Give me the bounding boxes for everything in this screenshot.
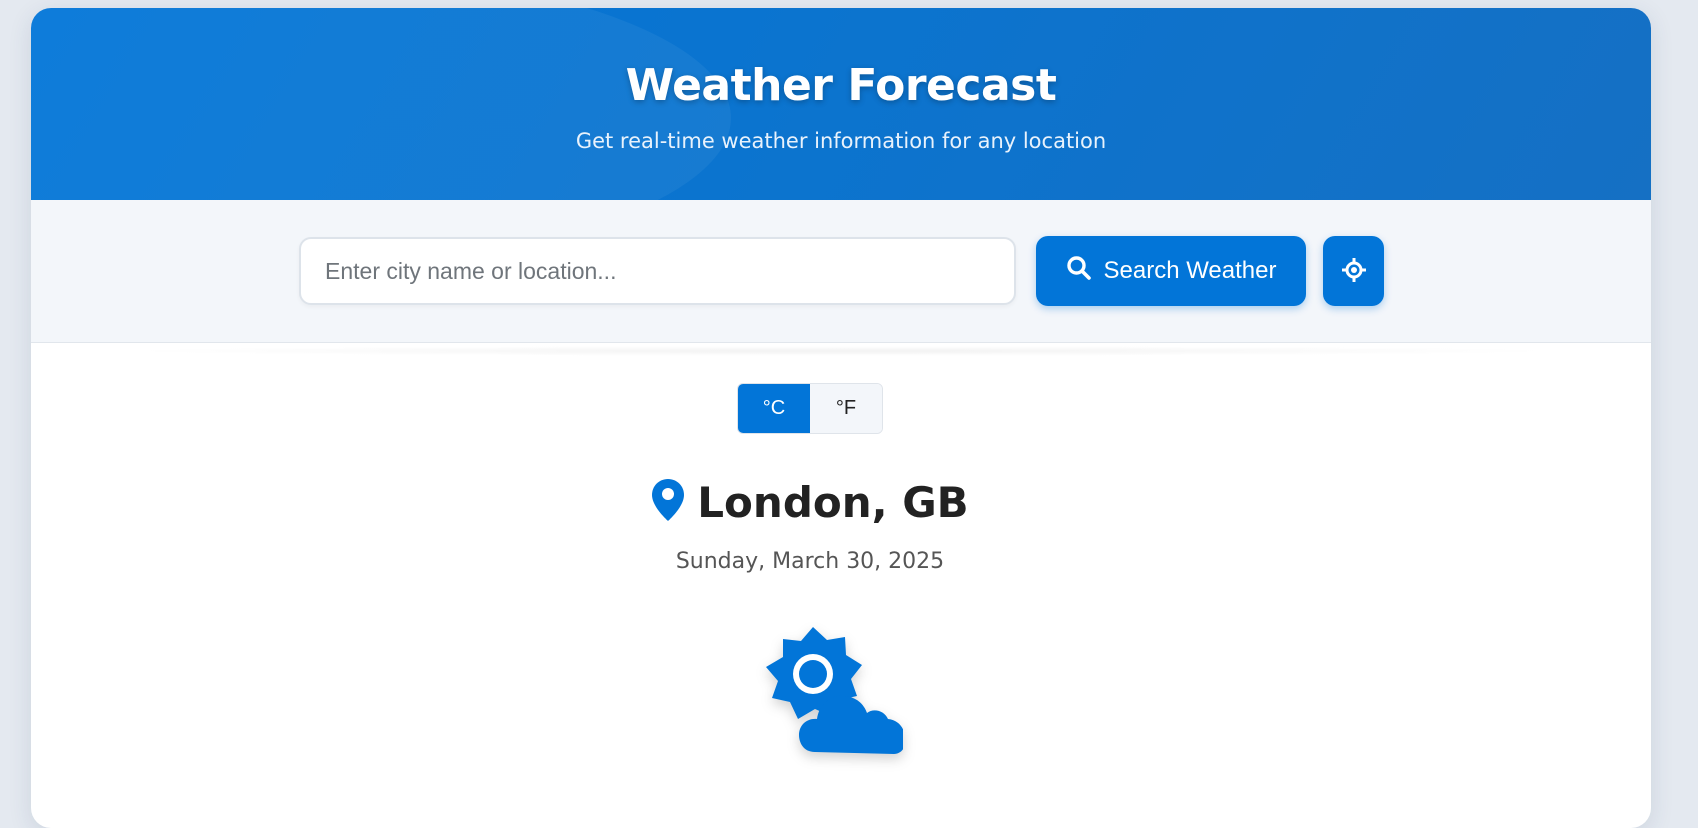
page-title: Weather Forecast xyxy=(625,60,1057,111)
map-pin-icon xyxy=(651,478,685,527)
celsius-button[interactable]: °C xyxy=(738,384,810,433)
crosshair-icon xyxy=(1341,257,1367,286)
app-header: Weather Forecast Get real-time weather i… xyxy=(31,8,1651,200)
section-divider xyxy=(111,346,1571,356)
current-location-button[interactable] xyxy=(1323,236,1384,306)
page-subtitle: Get real-time weather information for an… xyxy=(575,129,1107,153)
current-date: Sunday, March 30, 2025 xyxy=(675,549,945,574)
location-name: London, GB xyxy=(697,478,969,527)
search-bar: Search Weather xyxy=(31,200,1651,356)
unit-toggle: °C °F xyxy=(737,383,883,434)
partly-cloudy-icon xyxy=(727,622,905,772)
search-icon xyxy=(1066,255,1092,288)
location-heading: London, GB xyxy=(0,478,1620,527)
search-weather-button[interactable]: Search Weather xyxy=(1036,236,1306,306)
search-button-label: Search Weather xyxy=(1103,257,1277,284)
search-input[interactable] xyxy=(299,237,1016,305)
fahrenheit-button[interactable]: °F xyxy=(810,384,882,433)
